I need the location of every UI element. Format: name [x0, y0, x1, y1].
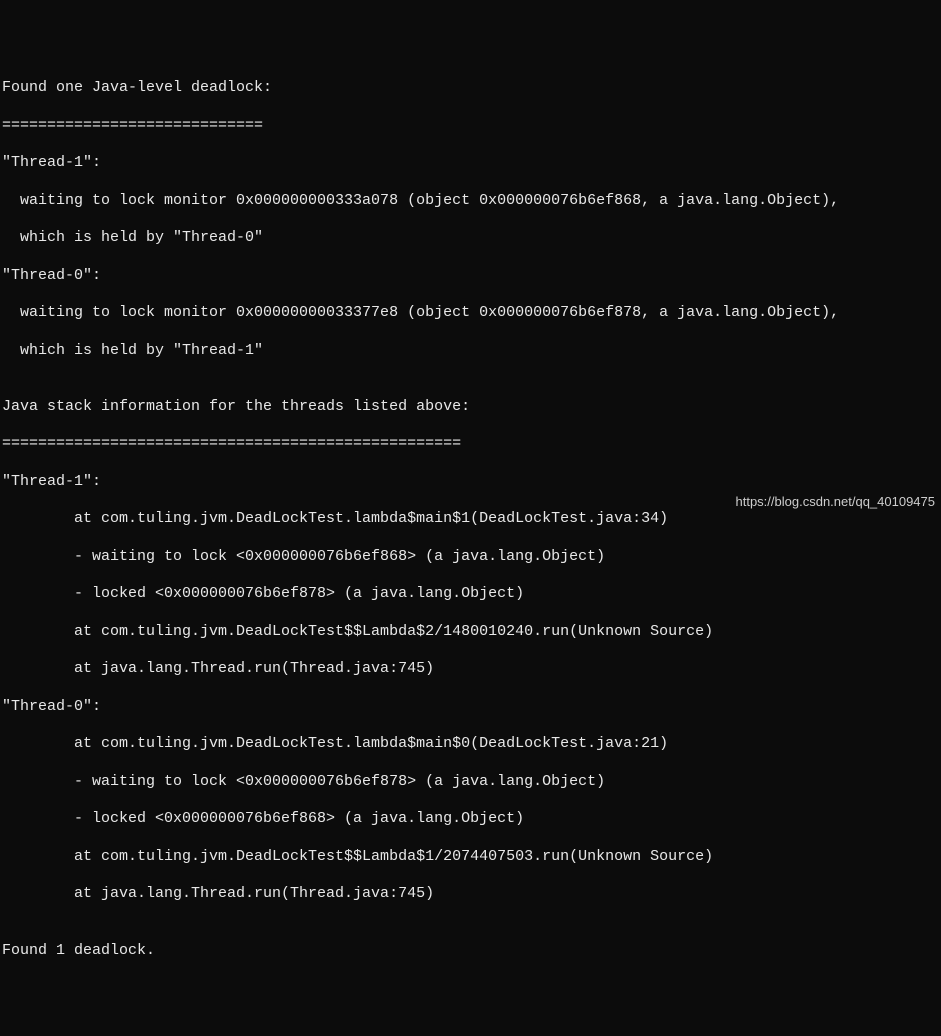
terminal-line: at java.lang.Thread.run(Thread.java:745) — [2, 885, 939, 904]
terminal-line: at com.tuling.jvm.DeadLockTest$$Lambda$2… — [2, 623, 939, 642]
terminal-line: waiting to lock monitor 0x00000000033377… — [2, 304, 939, 323]
terminal-line: - waiting to lock <0x000000076b6ef868> (… — [2, 548, 939, 567]
terminal-line: ========================================… — [2, 435, 939, 454]
terminal-line: at com.tuling.jvm.DeadLockTest.lambda$ma… — [2, 510, 939, 529]
terminal-line: ============================= — [2, 117, 939, 136]
terminal-line: Found 1 deadlock. — [2, 942, 939, 961]
terminal-line: "Thread-0": — [2, 267, 939, 286]
watermark-text: https://blog.csdn.net/qq_40109475 — [736, 494, 936, 510]
terminal-line: "Thread-0": — [2, 698, 939, 717]
terminal-line: "Thread-1": — [2, 473, 939, 492]
terminal-line: Found one Java-level deadlock: — [2, 79, 939, 98]
terminal-line: which is held by "Thread-0" — [2, 229, 939, 248]
terminal-line: - locked <0x000000076b6ef868> (a java.la… — [2, 810, 939, 829]
terminal-line: at java.lang.Thread.run(Thread.java:745) — [2, 660, 939, 679]
terminal-line: waiting to lock monitor 0x000000000333a0… — [2, 192, 939, 211]
terminal-line: - locked <0x000000076b6ef878> (a java.la… — [2, 585, 939, 604]
terminal-line: at com.tuling.jvm.DeadLockTest$$Lambda$1… — [2, 848, 939, 867]
terminal-line: "Thread-1": — [2, 154, 939, 173]
terminal-line: - waiting to lock <0x000000076b6ef878> (… — [2, 773, 939, 792]
terminal-line: at com.tuling.jvm.DeadLockTest.lambda$ma… — [2, 735, 939, 754]
terminal-line: Java stack information for the threads l… — [2, 398, 939, 417]
terminal-line: which is held by "Thread-1" — [2, 342, 939, 361]
